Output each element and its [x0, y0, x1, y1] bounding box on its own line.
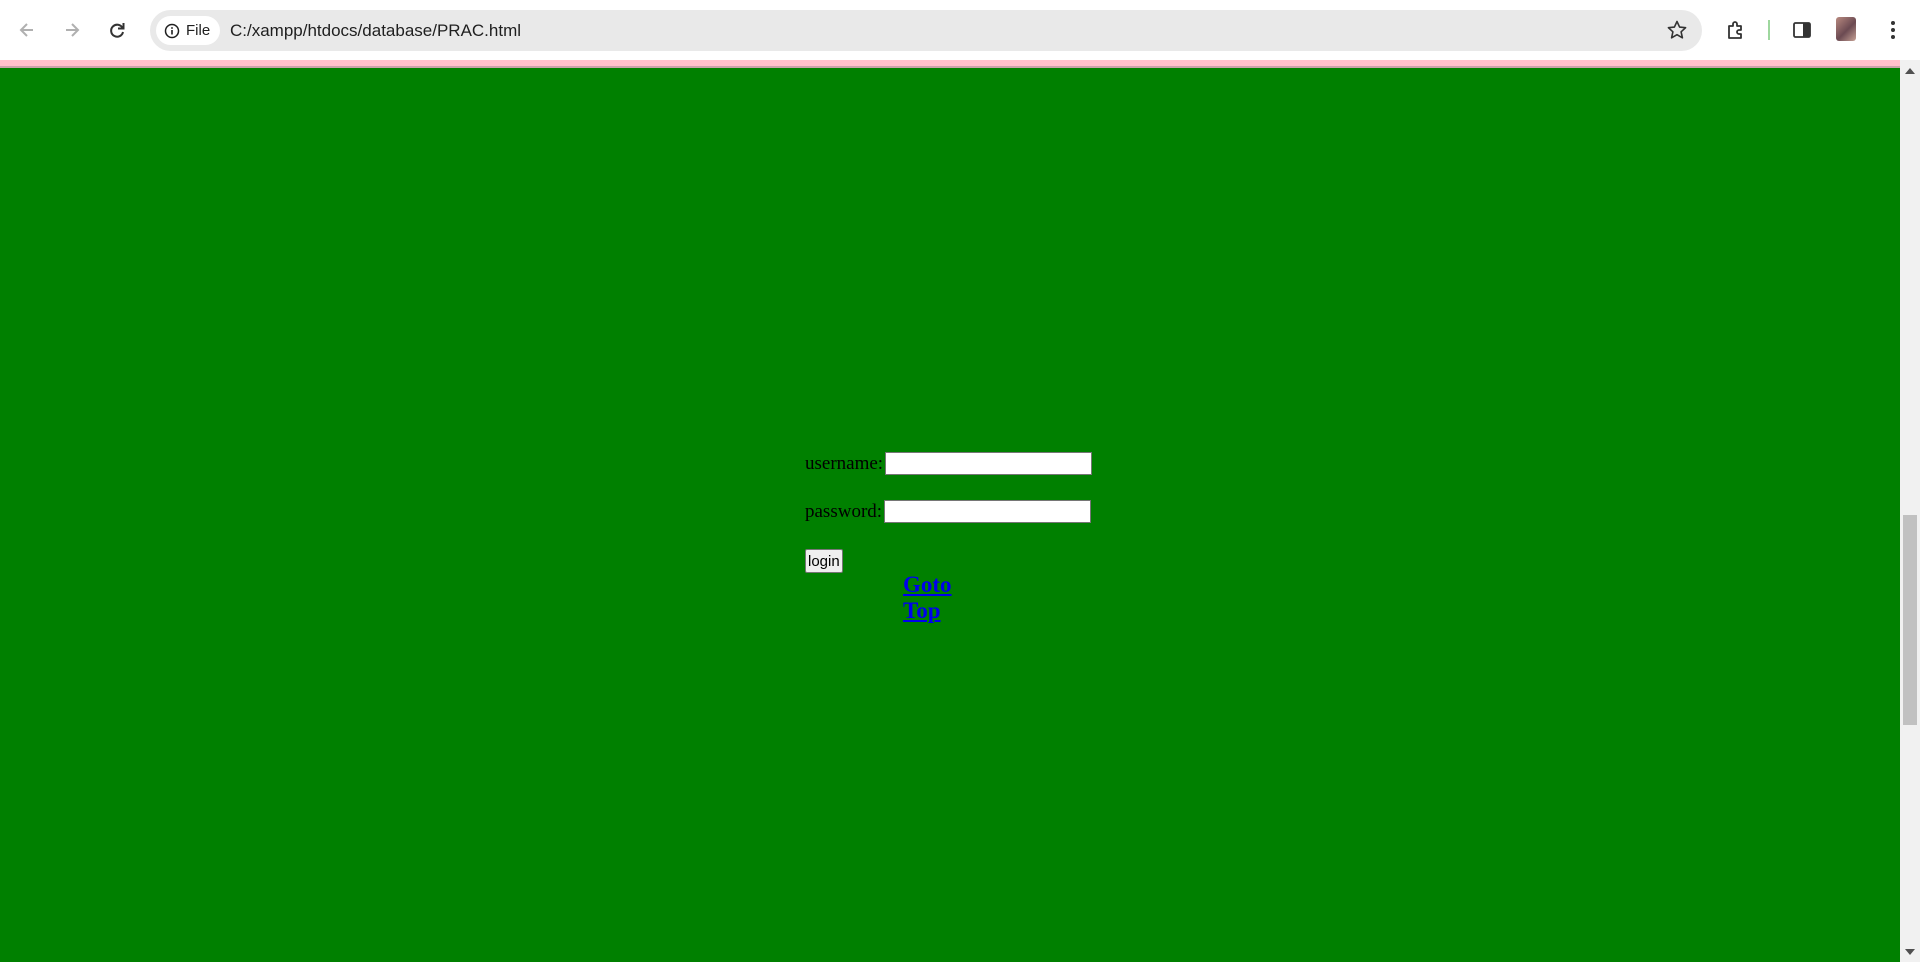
login-button[interactable]: login	[805, 549, 843, 573]
toolbar-divider	[1768, 20, 1770, 40]
top-strip	[0, 60, 1900, 68]
url-text[interactable]: C:/xampp/htdocs/database/PRAC.html	[230, 10, 521, 51]
browser-toolbar: File C:/xampp/htdocs/database/PRAC.html	[0, 0, 1920, 60]
profile-avatar[interactable]	[1836, 17, 1856, 41]
arrow-right-icon	[66, 23, 80, 37]
password-label: password:	[805, 500, 883, 522]
more-vert-icon	[1891, 21, 1895, 39]
info-icon	[164, 23, 180, 38]
reload-button[interactable]	[99, 12, 135, 48]
star-icon	[1667, 20, 1687, 39]
triangle-down-icon	[1905, 949, 1915, 955]
goto-top-link[interactable]: Goto Top	[903, 572, 952, 624]
scroll-up-button[interactable]	[1900, 63, 1920, 79]
username-row: username:	[805, 452, 1093, 475]
side-panel-icon	[1793, 22, 1811, 38]
puzzle-icon	[1728, 21, 1742, 39]
scroll-down-button[interactable]	[1900, 944, 1920, 960]
reload-icon	[110, 23, 125, 38]
forward-button[interactable]	[54, 12, 90, 48]
password-row: password:	[805, 500, 1092, 523]
address-bar[interactable]: File C:/xampp/htdocs/database/PRAC.html	[150, 10, 1702, 51]
password-input[interactable]	[884, 500, 1092, 523]
back-button[interactable]	[9, 12, 45, 48]
site-info-chip[interactable]: File	[156, 16, 221, 45]
triangle-up-icon	[1905, 68, 1915, 74]
username-input[interactable]	[885, 452, 1093, 475]
extensions-button[interactable]	[1720, 14, 1752, 46]
arrow-left-icon	[19, 23, 33, 37]
side-panel-button[interactable]	[1786, 14, 1818, 46]
scroll-thumb[interactable]	[1903, 515, 1917, 725]
bookmark-star-button[interactable]	[1666, 19, 1688, 46]
menu-button[interactable]	[1877, 14, 1909, 46]
vertical-scrollbar[interactable]	[1900, 60, 1920, 962]
username-label: username:	[805, 452, 884, 474]
site-info-label: File	[186, 22, 211, 39]
